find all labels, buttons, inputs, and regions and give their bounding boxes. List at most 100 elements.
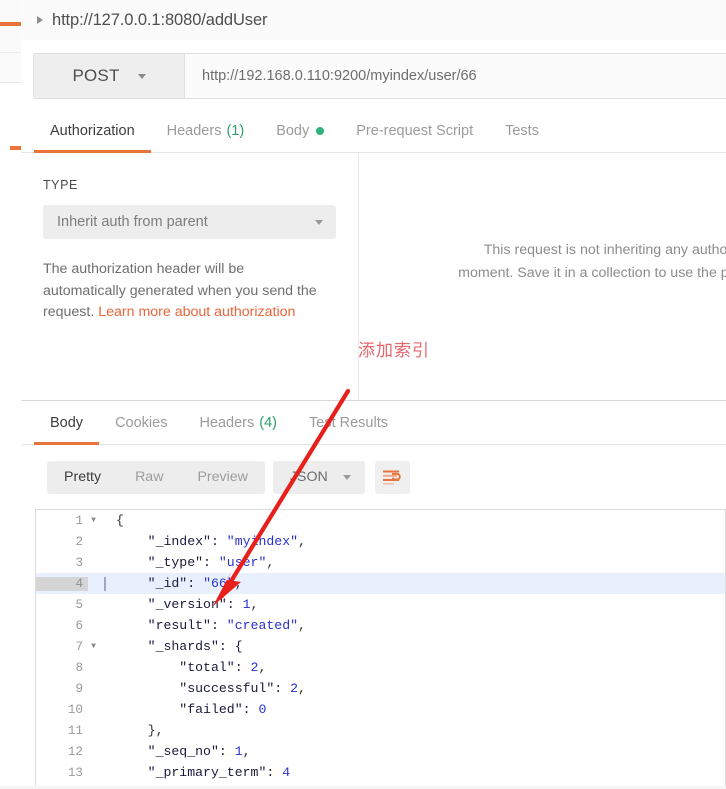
postman-window: http://127.0.0.1:8080/addUser POST http:… (0, 0, 726, 789)
caret-right-icon[interactable] (37, 16, 43, 24)
code-line-number: 3 (75, 555, 83, 570)
main-panel: http://127.0.0.1:8080/addUser POST http:… (21, 0, 726, 789)
word-wrap-icon (382, 470, 401, 485)
code-line: 10 "failed": 0 (36, 699, 725, 720)
code-token: , (266, 555, 275, 570)
code-line-number: 6 (75, 618, 83, 633)
authorization-panel: TYPE Inherit auth from parent The author… (21, 153, 726, 400)
auth-type-select[interactable]: Inherit auth from parent (43, 205, 336, 239)
http-method-selector[interactable]: POST (33, 53, 185, 99)
code-token: "_type": (116, 555, 219, 570)
view-mode-preview-label: Preview (197, 469, 248, 485)
chevron-down-icon (342, 474, 351, 480)
code-line-number: 2 (75, 534, 83, 549)
code-line-number: 5 (75, 597, 83, 612)
sidebar-divider-1 (0, 52, 21, 53)
tab-authorization-label: Authorization (50, 123, 135, 139)
code-line: 5 "_version": 1, (36, 594, 725, 615)
sidebar-sliver-body (0, 83, 21, 787)
code-token: "total": (116, 660, 251, 675)
code-line-number: 1 (75, 513, 83, 528)
code-token: "myindex" (226, 534, 299, 549)
code-token: "result": (116, 618, 227, 633)
sidebar-accent-bar-top (0, 22, 21, 26)
code-token: "user" (218, 555, 267, 570)
sidebar-sliver-top-band (0, 0, 21, 83)
url-value: http://192.168.0.110:9200/myindex/user/6… (202, 68, 477, 84)
request-breadcrumb-title: http://127.0.0.1:8080/addUser (52, 10, 268, 29)
tab-pre-request-script-label: Pre-request Script (356, 123, 474, 139)
code-token: "_primary_term": (116, 765, 283, 780)
code-line-number: 13 (67, 765, 83, 780)
response-tab-test-results[interactable]: Test Results (293, 401, 404, 444)
http-method-label: POST (72, 66, 120, 85)
code-line-text: "_primary_term": 4 (110, 765, 290, 780)
fold-toggle-icon[interactable]: ▼ (88, 636, 99, 657)
response-tab-body[interactable]: Body (34, 401, 100, 445)
fold-toggle-icon[interactable]: ▼ (88, 510, 99, 531)
tab-headers[interactable]: Headers (1) (151, 110, 261, 152)
tab-authorization[interactable]: Authorization (34, 110, 151, 153)
response-body-code-viewer[interactable]: 1 ▼{2 "_index": "myindex", 3 "_type": "use… (35, 509, 726, 789)
code-line: 9 "successful": 2, (36, 678, 725, 699)
response-format-value: JSON (289, 469, 328, 485)
auth-type-value: Inherit auth from parent (57, 214, 208, 230)
view-mode-pretty-label: Pretty (64, 469, 102, 485)
code-line-number: 7 (75, 639, 83, 654)
auth-learn-more-link[interactable]: Learn more about authorization (98, 304, 295, 320)
code-line: 7 ▼ "_shards": { (36, 636, 725, 657)
tab-headers-count: (1) (226, 123, 245, 139)
url-input[interactable]: http://192.168.0.110:9200/myindex/user/6… (185, 53, 726, 99)
sidebar-sliver (0, 0, 21, 789)
code-line: 4 "_id": "66", (36, 573, 725, 594)
response-format-select[interactable]: JSON (272, 460, 365, 494)
code-token: "created" (226, 618, 299, 633)
code-token: 0 (258, 702, 267, 717)
auth-info-column: This request is not inheriting any autho… (360, 153, 726, 400)
code-line: 1 ▼ { (36, 510, 725, 531)
tab-body[interactable]: Body (260, 110, 340, 152)
code-line: 12 "_seq_no": 1, (36, 741, 725, 762)
tab-body-label: Body (276, 123, 310, 139)
code-line: 2 "_index": "myindex", (36, 531, 725, 552)
code-line-text: "_shards": { (110, 639, 243, 654)
code-token: "_id": (116, 576, 204, 591)
code-token: "_shards": { (116, 639, 243, 654)
code-line-text: "_version": 1, (110, 597, 259, 612)
chevron-down-icon (315, 219, 323, 225)
code-line-text: "failed": 0 (110, 702, 266, 717)
code-token: , (298, 618, 306, 633)
code-token: "_index": (116, 534, 227, 549)
code-line-number: 10 (67, 702, 83, 717)
auth-config-column: TYPE Inherit auth from parent The author… (21, 153, 359, 400)
code-line-number: 4 (36, 576, 88, 591)
code-token: }, (116, 723, 164, 738)
body-has-content-dot-icon (316, 127, 325, 135)
code-token: , (258, 660, 267, 675)
response-tab-headers[interactable]: Headers (4) (183, 401, 293, 444)
word-wrap-toggle-button[interactable] (374, 460, 410, 494)
view-mode-raw[interactable]: Raw (118, 461, 180, 494)
response-view-mode-group: Pretty Raw Preview (47, 460, 265, 494)
auth-type-label: TYPE (43, 178, 78, 192)
code-token: "failed": (116, 702, 259, 717)
code-token: "_seq_no": (116, 744, 235, 759)
code-token: , (250, 597, 259, 612)
code-token: 1 (242, 597, 251, 612)
request-title-bar: http://127.0.0.1:8080/addUser (21, 0, 726, 40)
view-mode-pretty[interactable]: Pretty (47, 461, 118, 494)
code-line-number: 8 (75, 660, 83, 675)
response-viewer-toolbar: Pretty Raw Preview JSON (21, 446, 726, 508)
code-line: 11 }, (36, 720, 725, 741)
view-mode-preview[interactable]: Preview (180, 461, 264, 494)
sidebar-accent-bar-mid (10, 146, 21, 150)
response-tab-cookies[interactable]: Cookies (99, 401, 183, 444)
code-token: , (242, 744, 251, 759)
code-cursor-marker (99, 577, 110, 591)
tab-tests[interactable]: Tests (489, 110, 555, 152)
response-tab-cookies-label: Cookies (115, 414, 168, 431)
code-token: "_version": (116, 597, 243, 612)
code-token: 1 (234, 744, 243, 759)
tab-tests-label: Tests (505, 123, 539, 139)
tab-pre-request-script[interactable]: Pre-request Script (340, 110, 489, 152)
